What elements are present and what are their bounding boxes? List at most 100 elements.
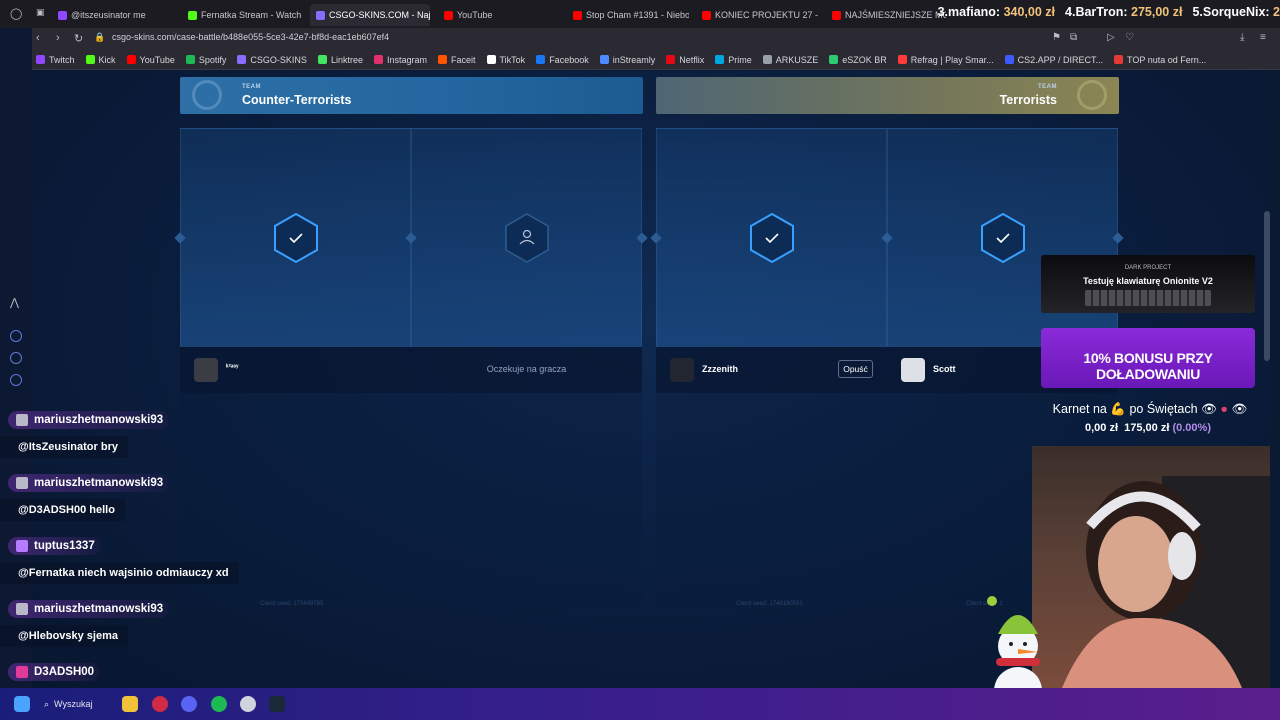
- bookmark-favicon-icon: [762, 55, 772, 64]
- url-text[interactable]: csgo-skins.com/case-battle/b488e055-5ce3…: [112, 32, 389, 42]
- bookmark-favicon-icon: [666, 55, 676, 64]
- browser-tab[interactable]: KONIEC PROJEKTU 27 -: [696, 4, 818, 26]
- chat-username: mariuszhetmanowski93: [8, 411, 170, 429]
- bookmark-label: Kick: [98, 54, 116, 65]
- opera-gx-icon[interactable]: [152, 696, 168, 712]
- player-row-2: Oczekuje na gracza: [411, 347, 642, 393]
- lips-icon: ●: [1220, 402, 1228, 416]
- leaderboard-name: 5.SorqueNix:: [1192, 5, 1270, 19]
- bookmark-item[interactable]: TOP nuta od Fern...: [1114, 55, 1206, 65]
- flexed-arm-icon: 💪: [1110, 402, 1126, 416]
- avatar: [670, 358, 694, 382]
- browser-tab[interactable]: Stop Cham #1391 - Niebo: [567, 4, 689, 26]
- browser-tab[interactable]: NAJŚMIESZNIEJSZE MO: [826, 4, 946, 26]
- lock-icon: 🔒: [94, 32, 106, 42]
- tab-favicon-icon: [188, 10, 197, 20]
- reload-icon[interactable]: ↻: [74, 32, 83, 45]
- team-ct-header: TEAM Counter-Terrorists: [180, 77, 643, 114]
- bookmark-item[interactable]: Facebook: [536, 55, 589, 65]
- bookmark-item[interactable]: TikTok: [486, 55, 525, 65]
- goal-values: 0,00 zł 175,00 zł (0.00%): [1041, 422, 1255, 434]
- bookmark-favicon-icon: [486, 55, 496, 64]
- messenger-icon[interactable]: [10, 330, 22, 342]
- leaderboard-amount: 2: [1273, 5, 1280, 19]
- aria-icon[interactable]: ⋀: [10, 296, 19, 309]
- bookmark-item[interactable]: Twitch: [36, 55, 75, 65]
- bookmark-item[interactable]: eSZOK BR: [829, 55, 887, 65]
- empty-player-icon: [505, 213, 549, 263]
- chat-username-text: tuptus1337: [34, 540, 95, 552]
- browser-tab[interactable]: CSGO-SKINS.COM - Naj: [310, 4, 430, 26]
- ct-emblem-icon: [192, 80, 222, 110]
- heart-icon[interactable]: ♡: [1125, 32, 1134, 43]
- bookmark-item[interactable]: Refrag | Play Smar...: [897, 54, 994, 65]
- widgets-icon[interactable]: [14, 696, 30, 712]
- avatar: [901, 358, 925, 382]
- chat-username-text: mariuszhetmanowski93: [34, 477, 164, 489]
- bookmark-item[interactable]: Linktree: [317, 55, 363, 65]
- chat-icon[interactable]: [10, 352, 22, 364]
- goal-current: 0,00 zł: [1084, 422, 1119, 434]
- chat-username-text: D3ADSH00: [34, 666, 95, 678]
- back-icon[interactable]: ‹: [36, 32, 40, 44]
- bookmark-item[interactable]: ARKUSZE: [762, 55, 818, 65]
- slot-divider-mark: [1112, 232, 1124, 244]
- page-scrollbar[interactable]: [1264, 211, 1270, 361]
- bonus-text: 10% BONUSU PRZY DOŁADOWANIU: [1083, 350, 1213, 382]
- bookmark-label: Refrag | Play Smar...: [910, 54, 994, 65]
- bookmark-item[interactable]: Kick: [85, 54, 116, 65]
- chat-message: @Fernatka niech wajsinio odmiauczy xd: [0, 562, 239, 584]
- bookmark-item[interactable]: Prime: [715, 55, 752, 65]
- opera-menu-icon[interactable]: ◯: [10, 7, 22, 20]
- browser-tab[interactable]: @itszeusinator me: [52, 4, 174, 26]
- address-bar-row: ⟳ ‹ › ↻ 🔒 csgo-skins.com/case-battle/b48…: [0, 28, 1280, 50]
- file-explorer-icon[interactable]: [122, 696, 138, 712]
- bookmark-item[interactable]: inStreamly: [599, 54, 656, 65]
- spotify-icon[interactable]: [211, 696, 227, 712]
- bookmark-favicon-icon: [373, 55, 383, 64]
- bookmark-item[interactable]: Faceit: [438, 55, 476, 65]
- bookmark-label: Twitch: [49, 54, 75, 65]
- team-tag: TEAM: [242, 84, 261, 90]
- taskbar-search-button[interactable]: ⌕ Wyszukaj: [44, 694, 108, 714]
- bookmark-favicon-icon: [599, 55, 609, 64]
- obs-icon[interactable]: [240, 696, 256, 712]
- leaderboard-name: 3.mafiano:: [937, 5, 1001, 19]
- chat-message: @ItsZeusinator bry: [0, 436, 128, 458]
- bookmark-item[interactable]: Netflix: [666, 55, 704, 65]
- bookmark-label: inStreamly: [612, 54, 656, 65]
- player-name: ᵏ²ᵃᵉʸ: [226, 364, 239, 371]
- browser-tab[interactable]: YouTube: [438, 4, 558, 26]
- bookmark-item[interactable]: YouTube: [126, 55, 175, 65]
- bookmark-icon[interactable]: ⚑: [1052, 32, 1061, 43]
- bookmark-item[interactable]: CSGO-SKINS: [237, 55, 307, 65]
- bookmark-favicon-icon: [1004, 55, 1014, 64]
- tab-favicon-icon: [58, 10, 67, 20]
- discord-icon[interactable]: [181, 696, 197, 712]
- bookmark-item[interactable]: Instagram: [373, 55, 427, 65]
- play-icon[interactable]: ▷: [1107, 32, 1115, 43]
- team-t-header: TEAM Terrorists: [656, 77, 1119, 114]
- tab-label: @itszeusinator me: [71, 10, 146, 20]
- promo-brand: DARK PROJECT: [1124, 265, 1172, 271]
- forward-icon[interactable]: ›: [56, 32, 60, 44]
- workspaces-icon[interactable]: ▣: [36, 7, 45, 18]
- tab-favicon-icon: [573, 10, 582, 20]
- browser-tab[interactable]: Fernatka Stream - Watch: [182, 4, 302, 26]
- download-icon[interactable]: ⤓: [1240, 32, 1244, 43]
- menu-icon[interactable]: ≡: [1260, 32, 1266, 43]
- bookmark-favicon-icon: [897, 55, 907, 64]
- bookmark-item[interactable]: Spotify: [185, 55, 226, 65]
- bookmark-favicon-icon: [438, 55, 447, 64]
- eye-icon: 👁: [1231, 402, 1248, 416]
- snapshot-icon[interactable]: ⧉: [1070, 32, 1077, 43]
- tab-label: Stop Cham #1391 - Niebo: [586, 10, 689, 20]
- tab-label: KONIEC PROJEKTU 27 -: [715, 10, 818, 20]
- leave-button[interactable]: Opuść: [838, 360, 873, 378]
- settings-icon[interactable]: [10, 374, 22, 386]
- bookmark-favicon-icon: [1114, 55, 1124, 64]
- bookmark-item[interactable]: CS2.APP / DIRECT...: [1004, 55, 1103, 65]
- steam-icon[interactable]: [269, 696, 285, 712]
- battle-slot-1: [174, 128, 411, 347]
- bookmark-favicon-icon: [126, 55, 136, 64]
